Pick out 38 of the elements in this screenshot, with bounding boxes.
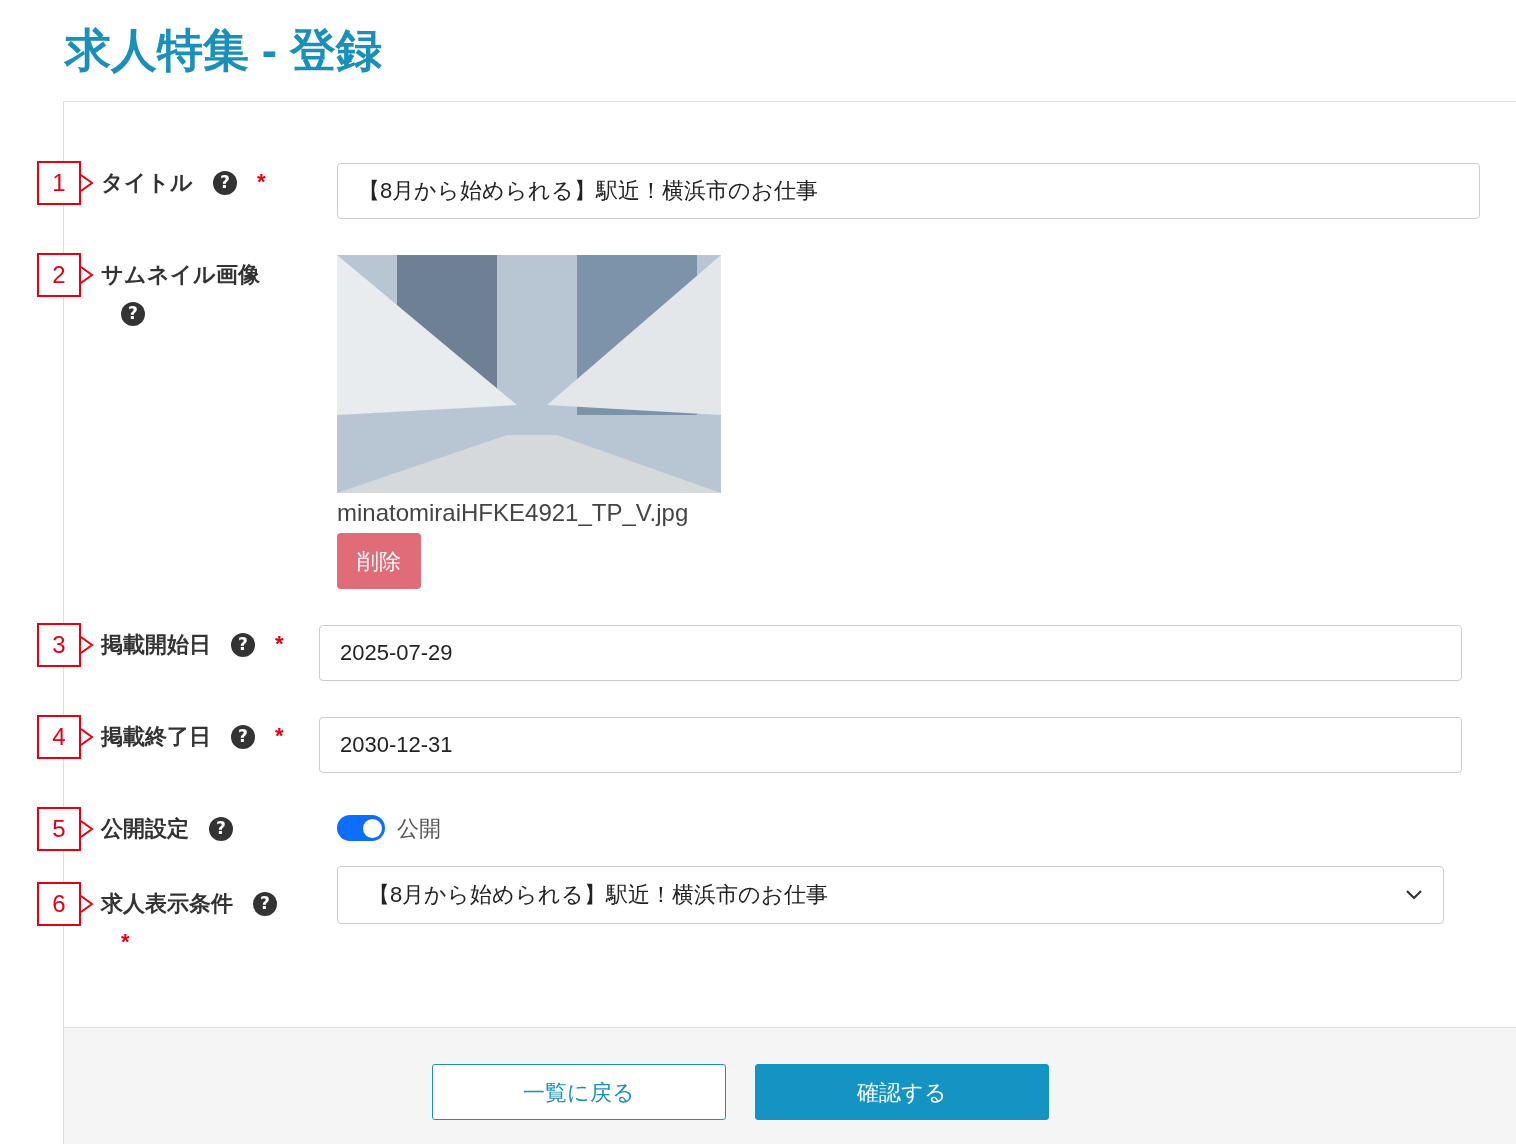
required-mark: * [275,723,284,748]
back-button[interactable]: 一覧に戻る [431,1064,726,1120]
page-title: 求人特集 - 登録 [65,23,382,78]
required-mark: * [257,169,266,194]
chevron-icon [80,893,94,914]
field-label: 求人表示条件 [101,890,233,916]
toggle-label: 公開 [397,814,441,843]
chevron-icon [80,727,94,747]
help-icon[interactable]: ? [231,632,255,657]
required-mark: * [121,928,130,954]
chevron-icon [80,635,94,655]
chevron-icon [80,265,94,285]
text-input[interactable]: 【8月から始められる】駅近！横浜市のお仕事 [337,163,1480,219]
callout-number: 6 [37,881,81,926]
file-name: minatomiraiHFKE4921_TP_V.jpg [337,498,689,528]
callout-number: 1 [37,161,81,205]
chevron-icon [80,173,94,193]
callout-number: 5 [37,807,81,851]
toggle-switch[interactable] [337,815,385,841]
chevron-down-icon [1405,888,1423,901]
select-dropdown[interactable]: 【8月から始められる】駅近！横浜市のお仕事 [337,865,1444,924]
field-label: 掲載開始日 [101,631,211,657]
help-icon[interactable]: ? [253,891,277,916]
help-icon[interactable]: ? [209,816,233,841]
callout-number: 3 [37,623,81,667]
callout-number: 4 [37,715,81,759]
help-icon[interactable]: ? [121,301,145,326]
field-label: 掲載終了日 [101,723,211,749]
field-label: タイトル [101,169,193,195]
chevron-icon [80,819,94,839]
callout-number: 2 [37,253,81,297]
help-icon[interactable]: ? [231,724,255,749]
required-mark: * [275,631,284,656]
date-input[interactable]: 2030-12-31 [319,717,1462,773]
field-label: 公開設定 [101,815,189,841]
help-icon[interactable]: ? [213,170,237,195]
field-label: サムネイル画像 [101,261,260,287]
date-input[interactable]: 2025-07-29 [319,625,1462,681]
